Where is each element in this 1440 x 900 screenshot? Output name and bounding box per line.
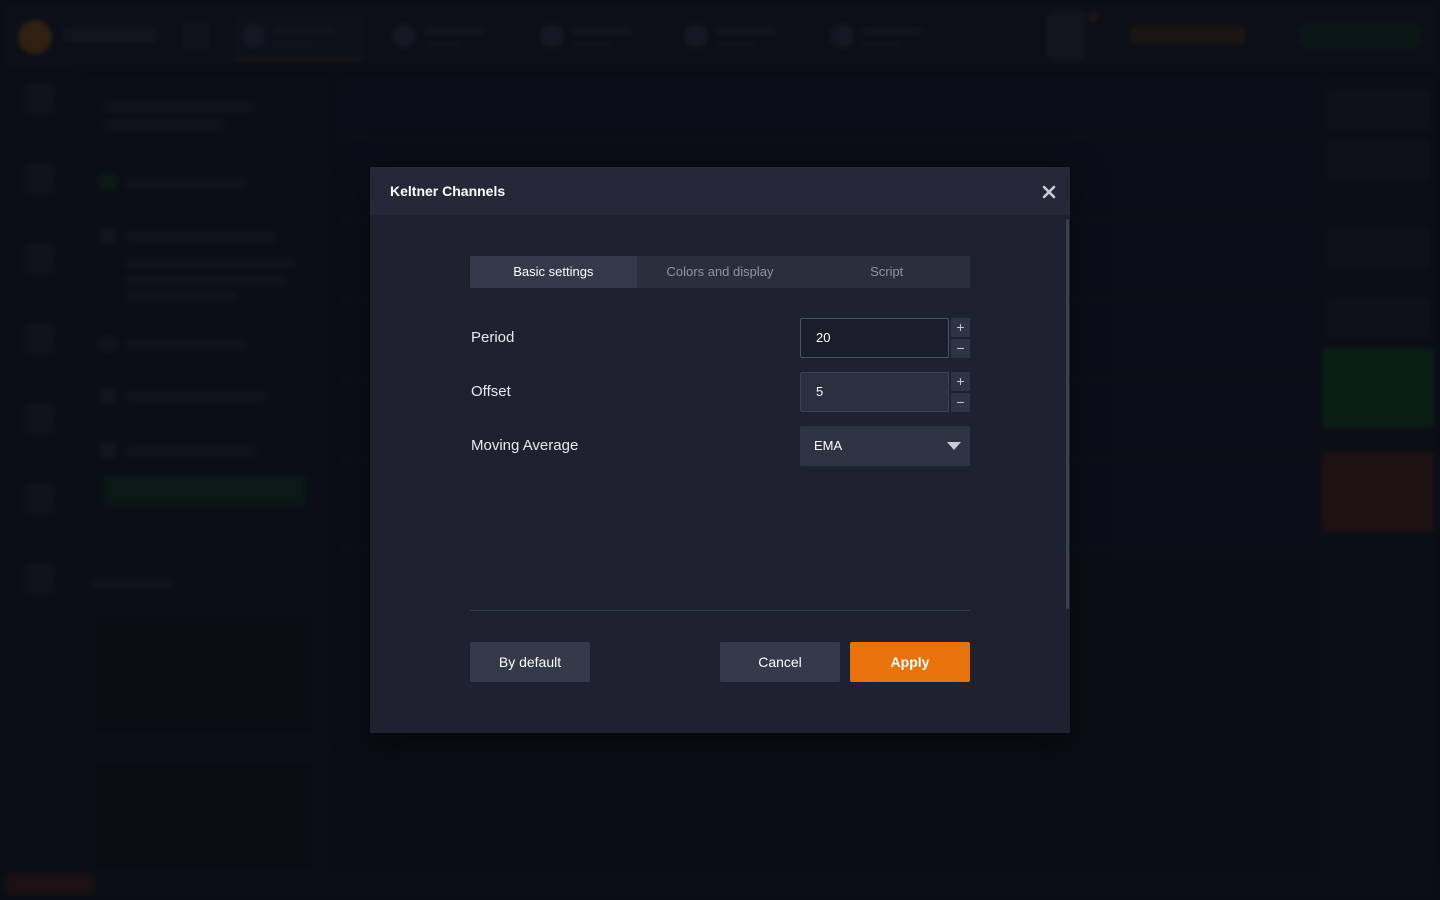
period-input[interactable]: 20: [800, 318, 949, 358]
close-button[interactable]: [1038, 181, 1060, 203]
period-label: Period: [471, 329, 515, 346]
dialog-scrollbar[interactable]: [1066, 219, 1069, 609]
tab-script[interactable]: Script: [803, 256, 970, 288]
by-default-button[interactable]: By default: [470, 642, 590, 682]
cancel-button[interactable]: Cancel: [720, 642, 840, 682]
offset-increment-button[interactable]: +: [951, 372, 970, 391]
dialog-header: Keltner Channels: [370, 167, 1070, 215]
offset-input[interactable]: 5: [800, 372, 949, 412]
settings-tabs: Basic settings Colors and display Script: [470, 256, 970, 288]
moving-average-select[interactable]: EMA: [800, 426, 970, 466]
offset-decrement-button[interactable]: −: [951, 393, 970, 412]
moving-average-value: EMA: [814, 438, 843, 453]
moving-average-label: Moving Average: [471, 437, 579, 454]
chevron-down-icon: [947, 442, 961, 450]
close-icon: [1042, 185, 1056, 199]
dialog-title: Keltner Channels: [390, 183, 506, 199]
tab-basic-settings[interactable]: Basic settings: [470, 256, 637, 288]
indicator-settings-dialog: Keltner Channels Basic settings Colors a…: [370, 167, 1070, 733]
offset-label: Offset: [471, 383, 511, 400]
apply-button[interactable]: Apply: [850, 642, 970, 682]
period-decrement-button[interactable]: −: [951, 339, 970, 358]
tab-colors-and-display[interactable]: Colors and display: [637, 256, 804, 288]
period-increment-button[interactable]: +: [951, 318, 970, 337]
divider: [470, 610, 970, 611]
